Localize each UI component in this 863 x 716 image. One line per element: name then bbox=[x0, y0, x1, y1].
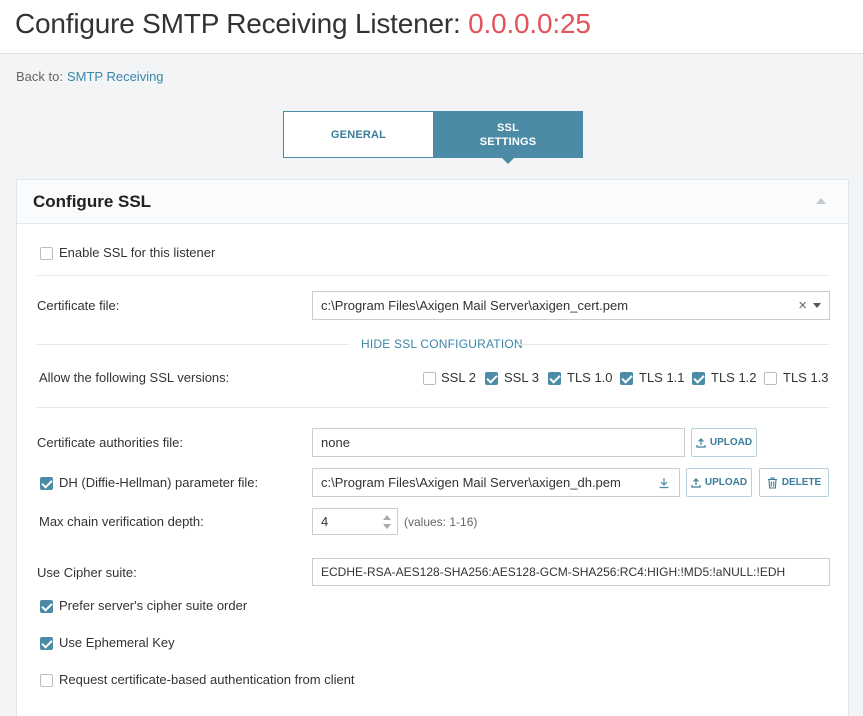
dh-file-checkbox[interactable] bbox=[40, 477, 53, 490]
tls13-label: TLS 1.3 bbox=[783, 370, 829, 385]
tls13-checkbox[interactable] bbox=[764, 372, 777, 385]
ca-file-label: Certificate authorities file: bbox=[37, 435, 183, 450]
dh-delete-button[interactable]: DELETE bbox=[759, 468, 829, 497]
breadcrumb: Back to: SMTP Receiving bbox=[16, 69, 164, 84]
divider bbox=[37, 407, 829, 408]
ca-upload-button[interactable]: UPLOAD bbox=[691, 428, 757, 457]
ssl2-label: SSL 2 bbox=[441, 370, 476, 385]
enable-ssl-label: Enable SSL for this listener bbox=[59, 245, 216, 260]
chevron-down-icon[interactable] bbox=[813, 303, 821, 308]
client-cert-auth-checkbox[interactable] bbox=[40, 674, 53, 687]
dh-upload-label: UPLOAD bbox=[704, 477, 748, 488]
page-title: Configure SMTP Receiving Listener: 0.0.0… bbox=[15, 8, 591, 40]
page-header: Configure SMTP Receiving Listener: 0.0.0… bbox=[0, 0, 863, 54]
panel-header: Configure SSL bbox=[17, 180, 848, 224]
chain-depth-stepper[interactable]: 4 bbox=[312, 508, 398, 535]
tls11-label: TLS 1.1 bbox=[639, 370, 685, 385]
chain-depth-hint: (values: 1-16) bbox=[404, 515, 478, 529]
tls11-checkbox[interactable] bbox=[620, 372, 633, 385]
back-label: Back to: bbox=[16, 69, 63, 84]
client-cert-auth-label: Request certificate-based authentication… bbox=[59, 672, 355, 687]
page-title-text: Configure SMTP Receiving Listener: bbox=[15, 8, 469, 39]
collapse-arrow-icon[interactable] bbox=[816, 198, 826, 204]
clear-icon[interactable]: × bbox=[798, 297, 807, 314]
certificate-file-value: c:\Program Files\Axigen Mail Server\axig… bbox=[321, 298, 629, 313]
cipher-suite-input[interactable]: ECDHE-RSA-AES128-SHA256:AES128-GCM-SHA25… bbox=[312, 558, 830, 586]
ephemeral-key-checkbox[interactable] bbox=[40, 637, 53, 650]
certificate-file-label: Certificate file: bbox=[37, 298, 120, 313]
dh-file-value: c:\Program Files\Axigen Mail Server\axig… bbox=[321, 475, 621, 490]
ca-upload-label: UPLOAD bbox=[709, 437, 753, 448]
upload-icon bbox=[696, 437, 706, 448]
ssl-versions-label: Allow the following SSL versions: bbox=[39, 370, 230, 385]
dh-upload-button[interactable]: UPLOAD bbox=[686, 468, 752, 497]
ssl3-checkbox[interactable] bbox=[485, 372, 498, 385]
tab-general[interactable]: General bbox=[283, 111, 433, 158]
stepper-down-icon[interactable] bbox=[383, 524, 391, 529]
stepper-up-icon[interactable] bbox=[383, 515, 391, 520]
dh-file-input[interactable]: c:\Program Files\Axigen Mail Server\axig… bbox=[312, 468, 680, 497]
divider-right bbox=[517, 344, 829, 345]
hide-ssl-configuration-link[interactable]: HIDE SSL CONFIGURATION bbox=[361, 337, 523, 351]
prefer-cipher-order-checkbox[interactable] bbox=[40, 600, 53, 613]
ssl2-checkbox[interactable] bbox=[423, 372, 436, 385]
chain-depth-value: 4 bbox=[321, 514, 329, 529]
divider bbox=[37, 275, 829, 276]
dh-file-label: DH (Diffie-Hellman) parameter file: bbox=[59, 475, 259, 490]
tls10-label: TLS 1.0 bbox=[567, 370, 613, 385]
certificate-file-select[interactable]: c:\Program Files\Axigen Mail Server\axig… bbox=[312, 291, 830, 320]
prefer-cipher-order-label: Prefer server's cipher suite order bbox=[59, 598, 248, 613]
panel-title: Configure SSL bbox=[33, 192, 152, 211]
upload-icon bbox=[691, 477, 701, 488]
divider-left bbox=[37, 344, 349, 345]
ephemeral-key-label: Use Ephemeral Key bbox=[59, 635, 175, 650]
back-link[interactable]: SMTP Receiving bbox=[67, 69, 164, 84]
tls12-label: TLS 1.2 bbox=[711, 370, 757, 385]
enable-ssl-checkbox[interactable] bbox=[40, 247, 53, 260]
download-icon[interactable] bbox=[658, 477, 670, 489]
listener-address: 0.0.0.0:25 bbox=[468, 8, 591, 39]
cipher-suite-label: Use Cipher suite: bbox=[37, 565, 137, 580]
tab-ssl-settings[interactable]: SSL Settings bbox=[433, 111, 583, 164]
tab-bar: General SSL Settings bbox=[283, 111, 583, 164]
ca-file-input[interactable]: none bbox=[312, 428, 685, 457]
tls12-checkbox[interactable] bbox=[692, 372, 705, 385]
configure-ssl-panel: Configure SSL Enable SSL for this listen… bbox=[16, 179, 849, 716]
trash-icon bbox=[767, 476, 777, 489]
ssl3-label: SSL 3 bbox=[504, 370, 539, 385]
tls10-checkbox[interactable] bbox=[548, 372, 561, 385]
tab-ssl-settings-label: SSL Settings bbox=[479, 121, 537, 148]
dh-delete-label: DELETE bbox=[781, 477, 822, 488]
chain-depth-label: Max chain verification depth: bbox=[39, 514, 204, 529]
